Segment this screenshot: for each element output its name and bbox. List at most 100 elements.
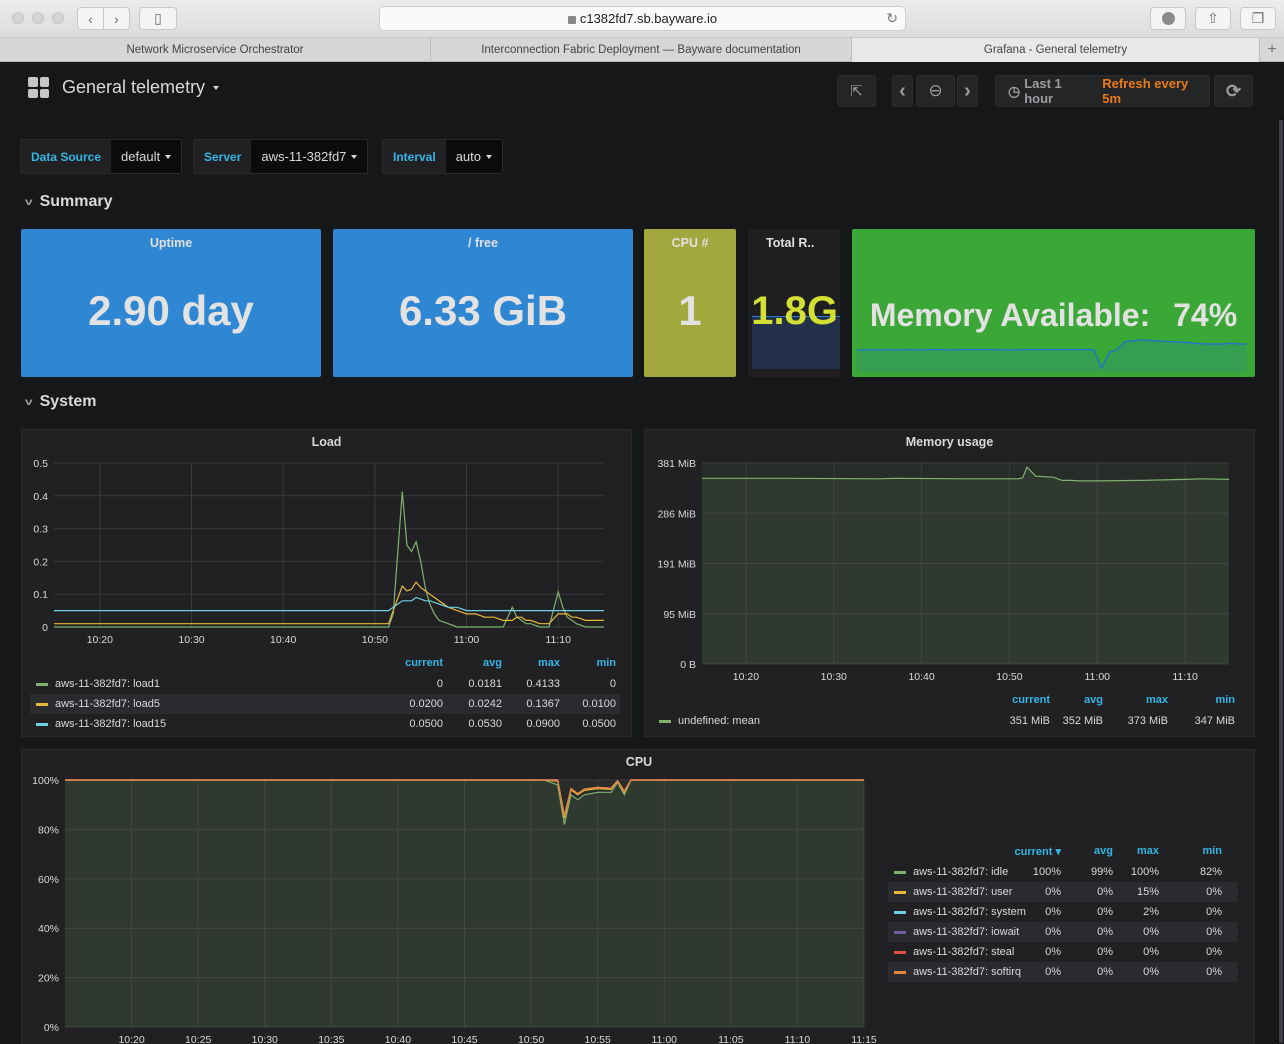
series-color-swatch[interactable]	[894, 910, 906, 914]
share-button[interactable]: ⇧	[1195, 7, 1231, 30]
window-minimize-button[interactable]	[32, 12, 44, 24]
tab-label: Network Microservice Orchestrator	[126, 44, 304, 56]
stat-uptime[interactable]: Uptime 2.90 day	[21, 229, 321, 377]
legend-value-min: 0%	[1206, 946, 1222, 958]
y-tick-label: 0 B	[680, 659, 696, 671]
y-tick-label: 0%	[44, 1022, 59, 1034]
window-maximize-button[interactable]	[52, 12, 64, 24]
series-color-swatch[interactable]	[894, 930, 906, 934]
refresh-button[interactable]: ⟳	[1214, 75, 1253, 107]
url-text: c1382fd7.sb.bayware.io	[579, 11, 718, 26]
legend-value-current: 0%	[1045, 966, 1061, 978]
y-tick-label: 381 MiB	[657, 458, 696, 470]
dashboard-picker[interactable]: General telemetry	[28, 77, 220, 98]
legend-column-current[interactable]: current	[980, 694, 1050, 706]
variable-server[interactable]: Server aws-11-382fd7	[193, 139, 369, 174]
browser-tab-grafana[interactable]: Grafana - General telemetry	[852, 38, 1260, 62]
legend-item[interactable]: aws-11-382fd7: user 0% 15% 0% 0%	[888, 882, 1238, 902]
stat-total-ram[interactable]: Total R.. 1.8G	[748, 229, 840, 377]
panel-cpu[interactable]: 0% 20% 40% 60% 80% 100% 10:20 10:25 10:30 10:35 10…	[21, 749, 1255, 1044]
stat-disk-free[interactable]: / free 6.33 GiB	[333, 229, 633, 377]
browser-tabbar: Network Microservice Orchestrator Interc…	[0, 38, 1284, 62]
refresh-interval-label: Refresh every 5m	[1102, 76, 1189, 106]
tab-label: Interconnection Fabric Deployment — Bayw…	[481, 44, 801, 56]
stat-value: 1.8G	[751, 289, 838, 333]
stat-value: 6.33 GiB	[398, 287, 568, 334]
page-scrollbar[interactable]	[1278, 119, 1284, 1044]
legend-item[interactable]: aws-11-382fd7: softirq 0% 0% 0% 0%	[888, 962, 1238, 982]
legend-value-min: 0%	[1206, 886, 1222, 898]
new-tab-button[interactable]: +	[1260, 38, 1284, 62]
x-tick-label: 10:25	[185, 1034, 211, 1044]
lock-icon	[567, 15, 576, 24]
downloads-button[interactable]	[1150, 7, 1186, 30]
legend-value-min: 82%	[1199, 866, 1222, 878]
memory-usage-graph[interactable]: 0 B 95 MiB 191 MiB 286 MiB 381 MiB 10:20 10:30…	[645, 430, 1256, 692]
time-shift-forward-button[interactable]: ›	[957, 75, 978, 107]
stat-memory-available[interactable]: Memory Available: 74%	[852, 229, 1255, 377]
tabs-icon: ❐	[1251, 10, 1265, 26]
legend-item[interactable]: aws-11-382fd7: steal 0% 0% 0% 0%	[888, 942, 1238, 962]
series-color-swatch[interactable]	[894, 890, 906, 894]
x-tick-label: 11:05	[718, 1034, 744, 1044]
x-tick-label: 10:50	[518, 1034, 544, 1044]
legend-item[interactable]: aws-11-382fd7: system 0% 2% 0% 0%	[888, 902, 1238, 922]
y-tick-label: 0.1	[33, 589, 48, 601]
series-color-swatch[interactable]	[894, 950, 906, 954]
time-shift-back-button[interactable]: ‹	[892, 75, 913, 107]
variable-dropdown[interactable]: default	[111, 140, 182, 173]
address-bar[interactable]: c1382fd7.sb.bayware.io ↻	[379, 6, 906, 31]
x-tick-label: 10:30	[821, 671, 847, 683]
variable-dropdown[interactable]: auto	[445, 140, 502, 173]
window-close-button[interactable]	[12, 12, 24, 24]
series-color-swatch[interactable]	[894, 870, 906, 874]
caret-down-icon	[351, 154, 358, 159]
share-icon: ⇧	[1207, 10, 1219, 26]
sidebar-toggle-button[interactable]: ▯	[139, 7, 177, 30]
series-line	[54, 596, 604, 612]
zoom-out-icon: ⊖	[928, 81, 943, 100]
forward-button[interactable]: ›	[103, 7, 130, 30]
y-tick-label: 60%	[38, 874, 59, 886]
stat-cpu-count[interactable]: CPU # 1	[644, 229, 736, 377]
x-tick-label: 10:40	[270, 634, 296, 646]
back-button[interactable]: ‹	[77, 7, 104, 30]
browser-tab-orchestrator[interactable]: Network Microservice Orchestrator	[0, 38, 431, 62]
legend-column-min[interactable]: min	[1165, 694, 1235, 706]
row-system[interactable]: v System	[25, 393, 97, 411]
share-dashboard-button[interactable]: ⇱	[837, 75, 876, 107]
legend-item[interactable]: aws-11-382fd7: idle 82% 100% 99% 100%	[888, 862, 1238, 882]
x-tick-label: 10:40	[385, 1034, 411, 1044]
x-tick-label: 10:35	[318, 1034, 344, 1044]
row-summary[interactable]: v Summary	[25, 193, 113, 211]
load-graph[interactable]: 0 0.1 0.2 0.3 0.4 0.5 10:20 10:30 10:40 10:50 11:0…	[22, 430, 633, 660]
variable-value: auto	[455, 149, 481, 164]
x-tick-label: 11:10	[545, 634, 571, 646]
dashboard-grid-icon	[28, 77, 49, 98]
variable-dropdown[interactable]: aws-11-382fd7	[251, 140, 368, 173]
browser-tab-documentation[interactable]: Interconnection Fabric Deployment — Bayw…	[431, 38, 852, 62]
variable-data-source[interactable]: Data Source default	[20, 139, 183, 174]
legend-column-min[interactable]: min	[1152, 845, 1222, 857]
legend-value-current: 100%	[1032, 866, 1061, 878]
dashboard-title: General telemetry	[62, 77, 206, 97]
legend-value-current: 351 MiB	[1009, 715, 1050, 727]
x-tick-label: 10:20	[733, 671, 759, 683]
time-picker[interactable]: ◷ Last 1 hour Refresh every 5m	[995, 75, 1210, 107]
panel-title: Load	[311, 435, 342, 449]
share-icon: ⇱	[850, 83, 863, 100]
zoom-out-button[interactable]: ⊖	[916, 75, 955, 107]
x-tick-label: 11:15	[851, 1034, 877, 1044]
legend-column-current[interactable]: current	[373, 657, 443, 669]
legend-column-current[interactable]: current ▾	[991, 845, 1061, 858]
reload-icon[interactable]: ↻	[886, 10, 898, 27]
tab-overview-button[interactable]: ❐	[1240, 7, 1276, 30]
variable-value: default	[121, 149, 161, 164]
legend-item[interactable]: aws-11-382fd7: iowait 0% 0% 0% 0%	[888, 922, 1238, 942]
legend-value-current: 0%	[1045, 946, 1061, 958]
legend-column-max[interactable]: max	[1098, 694, 1168, 706]
row-title: System	[39, 393, 97, 410]
variable-interval[interactable]: Interval auto	[382, 139, 503, 174]
cpu-graph[interactable]: 0% 20% 40% 60% 80% 100% 10:20 10:25 10:30 10:35 10…	[22, 684, 892, 1044]
series-color-swatch[interactable]	[894, 970, 906, 974]
